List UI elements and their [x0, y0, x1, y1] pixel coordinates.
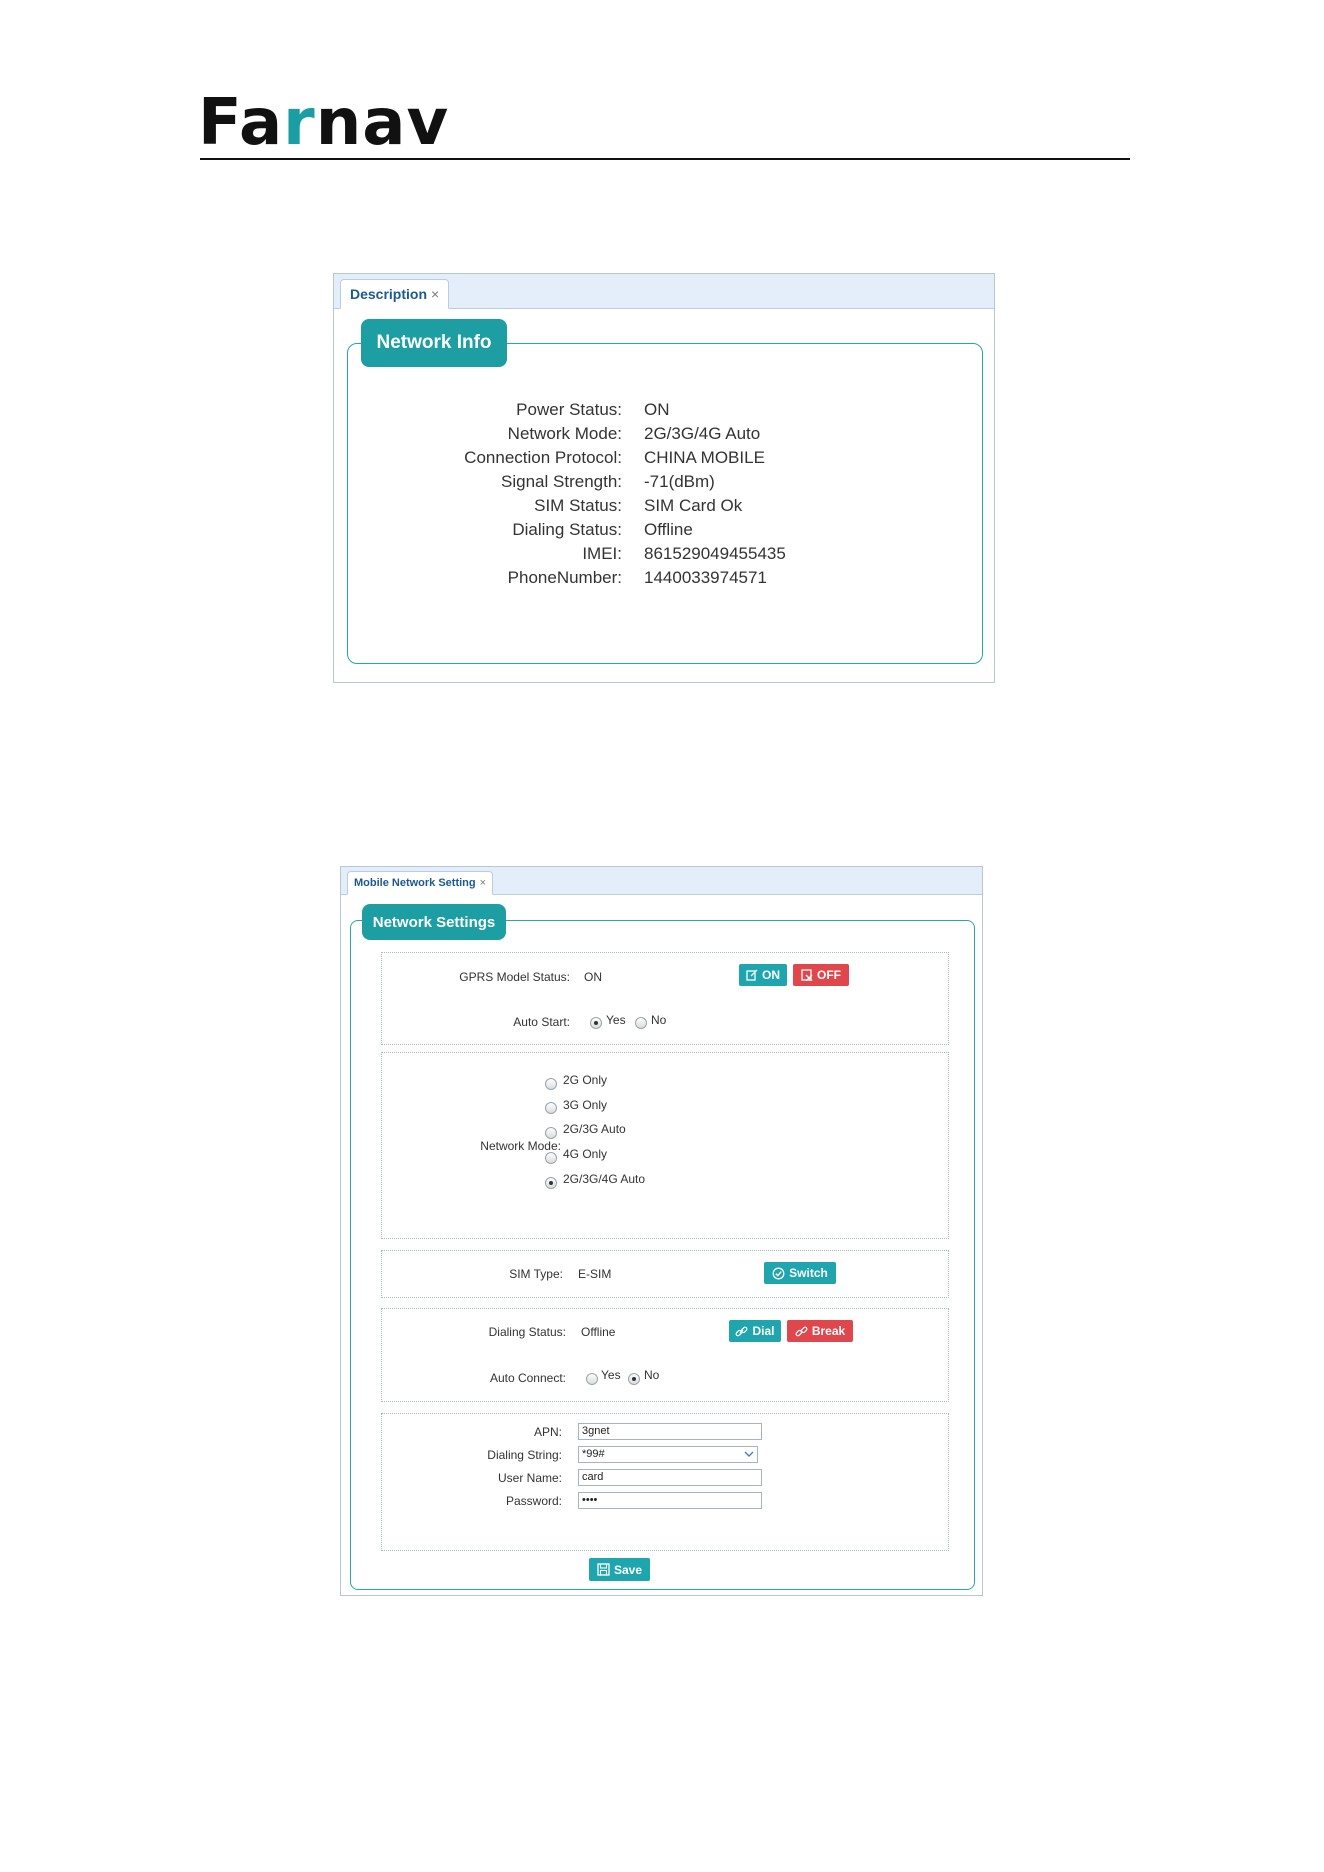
network-mode-group: Network Mode: 2G Only 3G Only 2G/3G Auto 4G… [381, 1052, 949, 1239]
connection-group: APN: 3gnet Dialing String: *99# User Nam… [381, 1413, 949, 1551]
auto-start-label: Auto Start: [513, 1015, 570, 1029]
auto-start-yes-radio[interactable] [590, 1014, 602, 1032]
sim-group: SIM Type: E-SIM Switch [381, 1250, 949, 1298]
network-mode-option-label: 2G/3G Auto [563, 1122, 626, 1137]
info-label: PhoneNumber: [507, 568, 622, 587]
auto-connect-yes-label: Yes [601, 1368, 621, 1382]
save-label: Save [613, 1562, 643, 1577]
break-label: Break [811, 1324, 846, 1338]
dialing-string-value: *99# [582, 1448, 605, 1460]
unlink-icon [795, 1326, 808, 1336]
dial-button[interactable]: Dial [729, 1320, 781, 1342]
network-mode-option-label: 2G/3G/4G Auto [563, 1171, 646, 1186]
close-icon[interactable]: × [431, 286, 439, 302]
dialing-string-label: Dialing String: [487, 1448, 562, 1462]
user-name-label: User Name: [497, 1471, 562, 1485]
network-mode-option-label: 4G Only [563, 1147, 608, 1162]
edit-icon [746, 969, 758, 981]
tab-bar: Mobile Network Setting × [341, 867, 982, 895]
network-mode-radio[interactable] [545, 1124, 557, 1142]
gprs-on-button[interactable]: ON [739, 964, 787, 986]
network-mode-option-label: 2G Only [563, 1073, 608, 1087]
network-mode-option-label: 3G Only [563, 1097, 608, 1112]
apn-label: APN: [533, 1425, 562, 1439]
auto-connect-label: Auto Connect: [489, 1371, 566, 1385]
tab-label: Description [350, 286, 428, 302]
network-settings-legend: Network Settings [362, 904, 506, 940]
password-label: Password: [505, 1494, 562, 1508]
auto-connect-no-radio[interactable] [628, 1370, 640, 1388]
dialing-string-select[interactable]: *99# [578, 1446, 758, 1463]
gprs-status-value: ON [584, 970, 602, 984]
tab-bar: Description × [334, 274, 994, 309]
apn-input[interactable]: 3gnet [578, 1423, 762, 1440]
switch-label: Switch [789, 1266, 828, 1280]
farnav-logo: Farnav [198, 86, 450, 160]
chevron-down-icon [744, 1451, 754, 1457]
network-mode-radio[interactable] [545, 1100, 557, 1118]
tab-label: Mobile Network Setting [354, 877, 476, 889]
network-settings-window: Mobile Network Setting × Network Settings… [340, 866, 983, 1596]
save-button[interactable]: Save [589, 1558, 650, 1581]
password-input[interactable]: •••• [578, 1492, 762, 1509]
network-info-window: Description × Network Info Power Status: O… [333, 273, 995, 683]
auto-connect-no-label: No [644, 1368, 660, 1382]
dialing-group: Dialing Status: Offline Dial Break Auto … [381, 1308, 949, 1402]
header-divider [200, 158, 1130, 160]
cancel-icon [801, 969, 813, 981]
dial-label: Dial [752, 1324, 775, 1338]
auto-start-no-radio[interactable] [635, 1014, 647, 1032]
check-circle-icon [772, 1267, 785, 1279]
break-button[interactable]: Break [787, 1320, 853, 1342]
tab-mobile-network-setting[interactable]: Mobile Network Setting × [347, 871, 494, 895]
gprs-status-label: GPRS Model Status: [459, 970, 570, 984]
gprs-off-label: OFF [817, 968, 841, 982]
gprs-on-label: ON [762, 968, 780, 982]
tab-description[interactable]: Description × [340, 279, 450, 309]
floppy-disk-icon [597, 1563, 610, 1576]
dialing-status-label: Dialing Status: [488, 1325, 566, 1339]
auto-connect-yes-radio[interactable] [586, 1370, 598, 1388]
network-info-legend: Network Info [361, 319, 507, 367]
link-icon [736, 1326, 748, 1336]
sim-switch-button[interactable]: Switch [764, 1262, 836, 1284]
dialing-status-value: Offline [581, 1325, 616, 1339]
network-mode-radio[interactable] [545, 1174, 557, 1192]
auto-start-no-label: No [651, 1013, 667, 1027]
auto-start-yes-label: Yes [606, 1013, 626, 1027]
gprs-group: GPRS Model Status: ON ON OFF Auto Start:… [381, 952, 949, 1045]
gprs-off-button[interactable]: OFF [793, 964, 849, 986]
sim-type-value: E-SIM [578, 1267, 612, 1281]
network-mode-radio[interactable] [545, 1149, 557, 1167]
user-name-input[interactable]: card [578, 1469, 762, 1486]
close-icon[interactable]: × [480, 877, 486, 889]
sim-type-label: SIM Type: [509, 1267, 563, 1281]
network-mode-radio[interactable] [545, 1075, 557, 1093]
info-value: 1440033974571 [644, 568, 767, 587]
info-row: PhoneNumber: 1440033974571 [334, 564, 994, 592]
